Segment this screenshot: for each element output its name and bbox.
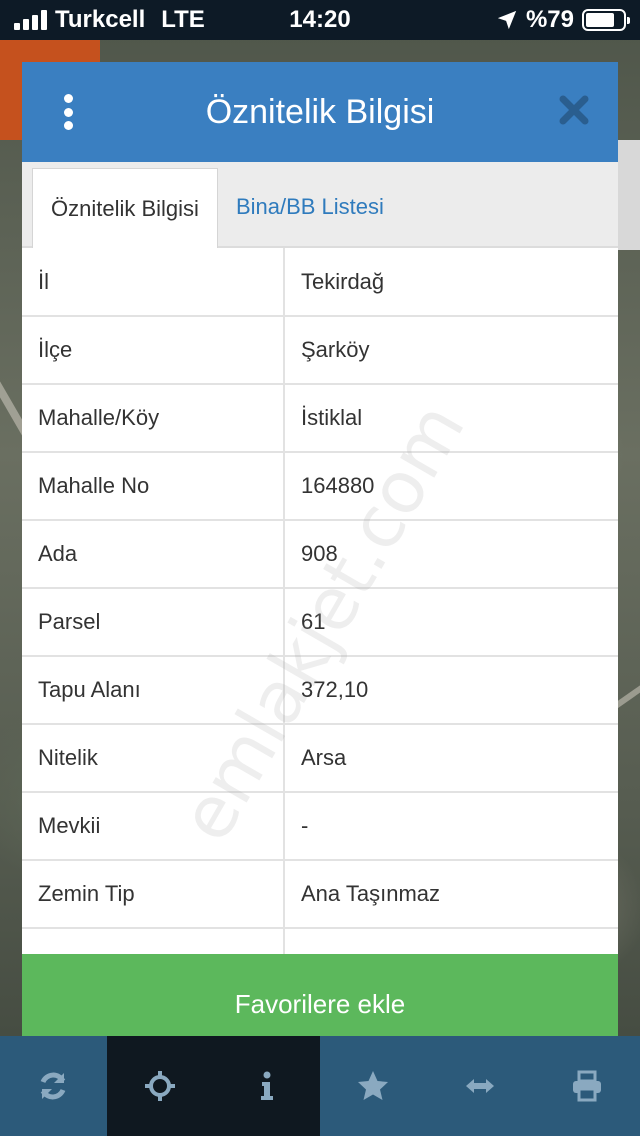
- dialog-title: Öznitelik Bilgisi: [205, 92, 435, 131]
- table-row: Tapu Alanı 372,10: [22, 656, 618, 725]
- attribute-table: İl Tekirdağ İlçe Şarköy Mahalle/Köy İstikla…: [22, 248, 618, 997]
- row-key: İlçe: [22, 316, 285, 385]
- toolbar-refresh-button[interactable]: [0, 1036, 107, 1136]
- table-row: Parsel 61: [22, 588, 618, 657]
- location-arrow-icon: [497, 10, 517, 30]
- row-value: Ana Taşınmaz: [284, 860, 618, 929]
- more-menu-icon[interactable]: [56, 94, 80, 130]
- dialog-header: Öznitelik Bilgisi: [22, 62, 618, 162]
- signal-strength-icon: [14, 10, 47, 30]
- table-row: İlçe Şarköy: [22, 316, 618, 385]
- table-row: Mahalle/Köy İstiklal: [22, 384, 618, 453]
- toolbar-locate-button[interactable]: [106, 1036, 214, 1136]
- toolbar-info-button[interactable]: [213, 1036, 320, 1136]
- row-key: Nitelik: [22, 724, 285, 793]
- table-row: Mevkii -: [22, 792, 618, 861]
- row-key: Mahalle/Köy: [22, 384, 285, 453]
- row-value: 61: [284, 588, 618, 657]
- measure-arrows-icon: [465, 1079, 494, 1093]
- tab-attribute-info[interactable]: Öznitelik Bilgisi: [32, 168, 218, 248]
- toolbar-print-button[interactable]: [533, 1036, 640, 1136]
- row-key: İl: [22, 248, 285, 317]
- toolbar-favorites-button[interactable]: [320, 1036, 427, 1136]
- map-overlay-strip: [618, 140, 640, 250]
- row-value: Arsa: [284, 724, 618, 793]
- bottom-toolbar: [0, 1036, 640, 1136]
- row-value: İstiklal: [284, 384, 618, 453]
- row-key: Ada: [22, 520, 285, 589]
- row-key: Tapu Alanı: [22, 656, 285, 725]
- row-value: 372,10: [284, 656, 618, 725]
- info-icon: [260, 1071, 273, 1100]
- star-icon: [358, 1071, 389, 1100]
- row-value: Tekirdağ: [284, 248, 618, 317]
- row-value: Şarköy: [284, 316, 618, 385]
- status-bar: Turkcell LTE 14:20 %79: [0, 0, 640, 40]
- row-key: Mahalle No: [22, 452, 285, 521]
- attribute-dialog: Öznitelik Bilgisi Öznitelik Bilgisi Bina…: [22, 62, 618, 1054]
- row-value: 164880: [284, 452, 618, 521]
- print-icon: [572, 1070, 601, 1102]
- row-key: Parsel: [22, 588, 285, 657]
- row-value: 908: [284, 520, 618, 589]
- row-key: Zemin Tip: [22, 860, 285, 929]
- carrier-name: Turkcell: [55, 6, 146, 33]
- crosshair-icon: [144, 1071, 175, 1101]
- row-value: -: [284, 792, 618, 861]
- table-row: Mahalle No 164880: [22, 452, 618, 521]
- battery-icon: [582, 9, 630, 31]
- table-row: Ada 908: [22, 520, 618, 589]
- tab-bar: Öznitelik Bilgisi Bina/BB Listesi: [22, 162, 618, 248]
- close-icon[interactable]: [556, 92, 592, 128]
- toolbar-measure-button[interactable]: [427, 1036, 534, 1136]
- network-type: LTE: [161, 6, 205, 33]
- refresh-icon: [41, 1072, 66, 1100]
- row-key: Mevkii: [22, 792, 285, 861]
- table-row: Zemin Tip Ana Taşınmaz: [22, 860, 618, 929]
- tab-building-list[interactable]: Bina/BB Listesi: [218, 168, 402, 246]
- table-row: Nitelik Arsa: [22, 724, 618, 793]
- battery-percent: %79: [525, 6, 574, 33]
- table-row: İl Tekirdağ: [22, 248, 618, 317]
